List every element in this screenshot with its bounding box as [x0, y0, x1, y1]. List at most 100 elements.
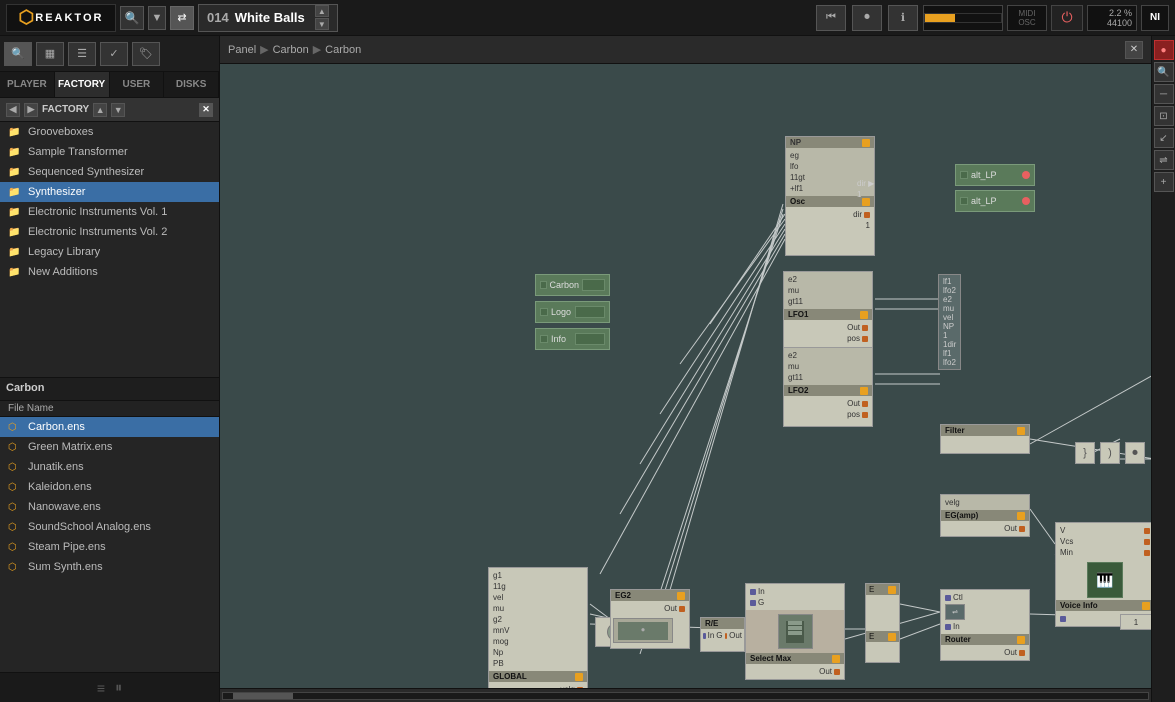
panel-close-btn[interactable]: ✕	[1125, 41, 1143, 59]
sidebar-bottom-pause: ⏸	[115, 679, 122, 696]
sidebar-item-grooveboxes[interactable]: 📁 Grooveboxes	[0, 122, 219, 142]
sidebar-check-btn[interactable]: ✓	[100, 42, 128, 66]
sidebar-item-synthesizer[interactable]: 📁 Synthesizer	[0, 182, 219, 202]
lib-label: Electronic Instruments Vol. 1	[28, 206, 167, 218]
side-toolbar: ● 🔍 ─ ⊡ ↙ ⇌ +	[1151, 36, 1175, 702]
module-router[interactable]: Ctl ⇌ In Router Out	[940, 589, 1030, 661]
module-filter[interactable]: Filter	[940, 424, 1030, 454]
one-label: 1	[857, 190, 861, 199]
select-max-label: Select Max	[750, 654, 791, 663]
instrument-display: 014 White Balls ▲ ▼	[198, 4, 338, 32]
arrow-btn[interactable]: ↙	[1154, 128, 1174, 148]
scrollbar-track[interactable]	[222, 692, 1149, 700]
module-bracket1[interactable]: }	[1075, 442, 1095, 464]
record-btn[interactable]: ●	[1154, 40, 1174, 60]
lfo2-indicator	[860, 387, 868, 395]
file-item-green-matrix[interactable]: ⬡ Green Matrix.ens	[0, 437, 219, 457]
sidebar-item-ei-vol1[interactable]: 📁 Electronic Instruments Vol. 1	[0, 202, 219, 222]
module-osc[interactable]: NP eg lfo 11gt +lf1 Osc dir	[785, 136, 875, 256]
alt-lp1-text: alt_LP	[971, 170, 997, 180]
tab-player[interactable]: PLAYER	[0, 72, 55, 97]
tab-factory[interactable]: FACTORY	[55, 72, 110, 97]
osc-indicator	[862, 139, 870, 147]
sidebar-tabs: PLAYER FACTORY USER DISKS	[0, 72, 219, 98]
patch-icon[interactable]: ⇄	[170, 6, 194, 30]
sidebar-item-ei-vol2[interactable]: 📁 Electronic Instruments Vol. 2	[0, 222, 219, 242]
factory-back-btn[interactable]: ◀	[6, 103, 20, 117]
file-item-soundschool[interactable]: ⬡ SoundSchool Analog.ens	[0, 517, 219, 537]
instrument-prev[interactable]: ▲	[315, 5, 329, 17]
file-icon: ⬡	[8, 422, 22, 433]
info-button[interactable]: ℹ	[888, 5, 918, 31]
file-item-carbon[interactable]: ⬡ Carbon.ens	[0, 417, 219, 437]
sidebar-toolbar: 🔍 ▦ ☰ ✓ 🏷	[0, 36, 219, 72]
module-lfo2[interactable]: e2 mu gt11 LFO2 Out pos	[783, 347, 873, 427]
osc-label: Osc	[790, 197, 805, 206]
file-name: SoundSchool Analog.ens	[28, 521, 151, 533]
factory-header: ◀ ▶ FACTORY ▲ ▼ ✕	[0, 98, 219, 122]
eg-amp-label: EG(amp)	[945, 511, 978, 520]
breadcrumb-bar: Panel ▶ Carbon ▶ Carbon ✕	[220, 36, 1151, 64]
percent-display: 2.2 % 44100	[1087, 5, 1137, 31]
link-btn[interactable]: ⇌	[1154, 150, 1174, 170]
file-item-steam-pipe[interactable]: ⬡ Steam Pipe.ens	[0, 537, 219, 557]
factory-close-btn[interactable]: ✕	[199, 103, 213, 117]
module-select-max[interactable]: In G Select Max	[745, 583, 845, 680]
module-alt-lp1: alt_LP	[955, 164, 1035, 186]
module-info-label: Info	[535, 328, 610, 350]
carbon-section: Carbon	[0, 377, 219, 401]
factory-fwd-btn[interactable]: ▶	[24, 103, 38, 117]
module-re-left[interactable]: R/E In G Out	[700, 617, 745, 652]
power-button[interactable]: ⏻	[1051, 5, 1083, 31]
instrument-next[interactable]: ▼	[315, 18, 329, 30]
breadcrumb-carbon1: Carbon	[273, 44, 309, 56]
lib-label: Legacy Library	[28, 246, 100, 258]
module-lfo1[interactable]: e2 mu gt11 LFO1 Out pos	[783, 271, 873, 351]
file-icon: ⬡	[8, 482, 22, 493]
module-eg2[interactable]: EG2 Out ⏺	[610, 589, 690, 649]
scrollbar-thumb[interactable]	[233, 693, 293, 699]
sidebar-item-sequenced-synthesizer[interactable]: 📁 Sequenced Synthesizer	[0, 162, 219, 182]
midi-osc-display: MIDI OSC	[1007, 5, 1047, 31]
tab-user[interactable]: USER	[110, 72, 165, 97]
skip-back-button[interactable]: ⏮	[816, 5, 846, 31]
module-eg-amp[interactable]: velg EG(amp) Out	[940, 494, 1030, 537]
sidebar-search-btn[interactable]: 🔍	[4, 42, 32, 66]
fit-btn[interactable]: ⊡	[1154, 106, 1174, 126]
sidebar-item-sample-transformer[interactable]: 📁 Sample Transformer	[0, 142, 219, 162]
factory-down-btn[interactable]: ▼	[111, 103, 125, 117]
sidebar-grid-btn[interactable]: ▦	[36, 42, 64, 66]
canvas-area[interactable]: Carbon Logo Info alt_LP	[220, 64, 1151, 688]
sidebar-list-btn[interactable]: ☰	[68, 42, 96, 66]
file-item-sum-synth[interactable]: ⬡ Sum Synth.ens	[0, 557, 219, 577]
zoom-out-btn[interactable]: ─	[1154, 84, 1174, 104]
factory-up-btn[interactable]: ▲	[93, 103, 107, 117]
sidebar-item-legacy[interactable]: 📁 Legacy Library	[0, 242, 219, 262]
zoom-in-btn[interactable]: 🔍	[1154, 62, 1174, 82]
file-item-kaleidon[interactable]: ⬡ Kaleidon.ens	[0, 477, 219, 497]
loop-button[interactable]: ⏺	[852, 5, 882, 31]
sidebar-item-new-additions[interactable]: 📁 New Additions	[0, 262, 219, 282]
lfo-ports-right: lf1 lfo2 e2 mu vel NP 1 1dir lf1 lfo2	[938, 274, 961, 370]
filter-indicator	[1017, 427, 1025, 435]
sidebar-tag-btn[interactable]: 🏷	[132, 42, 160, 66]
module-bracket3[interactable]: ⏺	[1125, 442, 1145, 464]
module-voice-info[interactable]: V Vcs Min 🎹 Voice Info Max	[1055, 522, 1151, 627]
file-item-nanowave[interactable]: ⬡ Nanowave.ens	[0, 497, 219, 517]
sidebar-bottom: ≡ ⏸	[0, 672, 219, 702]
module-bracket2[interactable]: )	[1100, 442, 1120, 464]
re-left-label: R/E	[705, 619, 718, 628]
tab-disks[interactable]: DISKS	[164, 72, 219, 97]
module-e-left[interactable]: E E	[865, 583, 900, 663]
filter-label: Filter	[945, 426, 965, 435]
file-item-junatik[interactable]: ⬡ Junatik.ens	[0, 457, 219, 477]
dropdown-arrow[interactable]: ▼	[148, 6, 166, 30]
file-name: Green Matrix.ens	[28, 441, 112, 453]
horizontal-scrollbar[interactable]	[220, 688, 1151, 702]
add-btn[interactable]: +	[1154, 172, 1174, 192]
folder-icon: 📁	[8, 227, 22, 238]
sidebar: 🔍 ▦ ☰ ✓ 🏷 PLAYER FACTORY USER DISKS ◀ ▶ …	[0, 36, 220, 702]
search-button-top[interactable]: 🔍	[120, 6, 144, 30]
lfo2-label: LFO2	[788, 386, 808, 395]
module-global[interactable]: g1 11g vel mu g2 mnV mog Np PB GLOBAL	[488, 567, 588, 688]
